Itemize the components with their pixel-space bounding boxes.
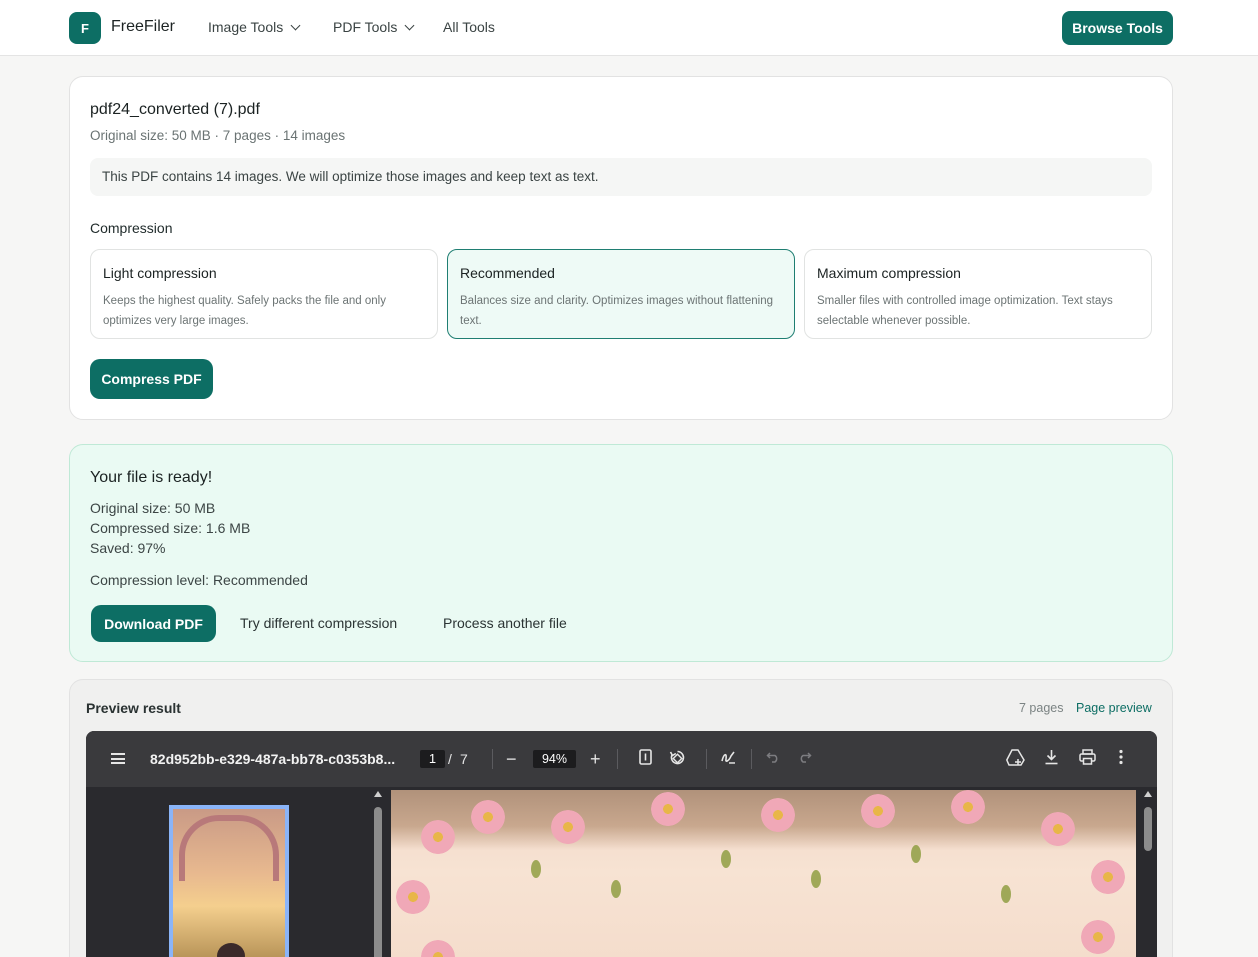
leaf-image [611, 880, 621, 898]
hamburger-icon[interactable] [111, 753, 125, 764]
page-thumbnail-selected[interactable] [169, 805, 289, 957]
info-notice: This PDF contains 14 images. We will opt… [90, 158, 1152, 196]
flower-image [861, 794, 895, 828]
flower-image [951, 790, 985, 824]
scrollbar-thumb[interactable] [374, 807, 382, 957]
thumbnail-panel [86, 787, 370, 957]
print-icon[interactable] [1079, 749, 1096, 771]
option-recommended[interactable]: Recommended Balances size and clarity. O… [447, 249, 795, 339]
viewer-toolbar: 82d952bb-e329-487a-bb78-c0353b8... 1 / 7… [86, 731, 1157, 787]
nav-image-tools[interactable]: Image Tools [208, 19, 301, 35]
try-different-compression-button[interactable]: Try different compression [240, 615, 397, 631]
flower-image [1081, 920, 1115, 954]
original-size: Original size: 50 MB [90, 500, 216, 516]
flower-image [396, 880, 430, 914]
browse-tools-button[interactable]: Browse Tools [1062, 11, 1173, 45]
option-description: Keeps the highest quality. Safely packs … [103, 295, 386, 327]
flower-image [651, 792, 685, 826]
flower-image [471, 800, 505, 834]
scroll-up-icon[interactable] [374, 791, 382, 797]
option-maximum-compression[interactable]: Maximum compression Smaller files with c… [804, 249, 1152, 339]
flower-image [1041, 812, 1075, 846]
divider [492, 749, 493, 769]
zoom-in-icon[interactable]: + [590, 749, 601, 769]
option-title: Maximum compression [817, 265, 961, 281]
chevron-down-icon [290, 20, 301, 30]
file-meta: Original size: 50 MB · 7 pages · 14 imag… [90, 128, 346, 143]
brand-name[interactable]: FreeFiler [111, 18, 175, 36]
more-vertical-icon[interactable] [1119, 749, 1123, 771]
nav-pdf-tools[interactable]: PDF Tools [333, 19, 415, 35]
saved-percent: Saved: 97% [90, 540, 166, 556]
compressed-size: Compressed size: 1.6 MB [90, 520, 251, 536]
pages-count: 7 pages [1019, 701, 1064, 715]
fit-page-icon[interactable] [639, 749, 652, 771]
compression-card: pdf24_converted (7).pdf Original size: 5… [69, 76, 1173, 420]
rotate-icon[interactable] [669, 749, 686, 772]
leaf-image [911, 845, 921, 863]
option-title: Recommended [460, 265, 555, 281]
divider [706, 749, 707, 769]
page-number-input[interactable]: 1 [420, 750, 445, 768]
file-name: pdf24_converted (7).pdf [90, 101, 260, 118]
logo-badge[interactable]: F [69, 12, 101, 44]
option-description: Smaller files with controlled image opti… [817, 295, 1113, 327]
page-separator: / [448, 751, 452, 767]
pdf-viewer: 82d952bb-e329-487a-bb78-c0353b8... 1 / 7… [86, 731, 1157, 957]
compression-level: Compression level: Recommended [90, 572, 308, 588]
flower-image [1091, 860, 1125, 894]
flower-image [421, 820, 455, 854]
leaf-image [721, 850, 731, 868]
compression-label: Compression [90, 220, 173, 236]
leaf-image [1001, 885, 1011, 903]
compress-pdf-button[interactable]: Compress PDF [90, 359, 213, 399]
draw-icon[interactable] [720, 749, 737, 772]
nav-all-tools-label: All Tools [443, 19, 495, 35]
scrollbar-thumb[interactable] [1144, 807, 1152, 851]
option-title: Light compression [103, 265, 217, 281]
result-title: Your file is ready! [90, 469, 213, 486]
divider [751, 749, 752, 769]
scroll-up-icon[interactable] [1144, 791, 1152, 797]
nav-all-tools[interactable]: All Tools [443, 19, 495, 35]
preview-title: Preview result [86, 700, 181, 716]
nav-pdf-tools-label: PDF Tools [333, 19, 398, 35]
chevron-down-icon [404, 20, 415, 30]
result-card: Your file is ready! Original size: 50 MB… [69, 444, 1173, 662]
zoom-out-icon[interactable]: − [506, 749, 517, 769]
option-light-compression[interactable]: Light compression Keeps the highest qual… [90, 249, 438, 339]
redo-icon[interactable] [797, 749, 812, 769]
page-preview-link[interactable]: Page preview [1076, 701, 1152, 715]
nav-image-tools-label: Image Tools [208, 19, 284, 35]
zoom-level-input[interactable]: 94% [533, 750, 576, 768]
document-title: 82d952bb-e329-487a-bb78-c0353b8... [150, 751, 396, 767]
download-pdf-button[interactable]: Download PDF [91, 605, 216, 642]
process-another-file-button[interactable]: Process another file [443, 615, 567, 631]
flower-image [551, 810, 585, 844]
thumbnail-scrollbar[interactable] [372, 787, 384, 957]
pdf-page-render [391, 790, 1136, 957]
undo-icon[interactable] [766, 749, 781, 769]
top-header: F FreeFiler Image Tools PDF Tools All To… [0, 0, 1258, 56]
option-description: Balances size and clarity. Optimizes ima… [460, 295, 773, 327]
leaf-image [811, 870, 821, 888]
page-scrollbar[interactable] [1141, 787, 1155, 957]
divider [617, 749, 618, 769]
total-pages: 7 [460, 751, 468, 767]
flower-image [761, 798, 795, 832]
add-to-drive-icon[interactable] [1005, 749, 1025, 772]
leaf-image [531, 860, 541, 878]
download-icon[interactable] [1044, 749, 1059, 771]
flower-image [421, 940, 455, 957]
